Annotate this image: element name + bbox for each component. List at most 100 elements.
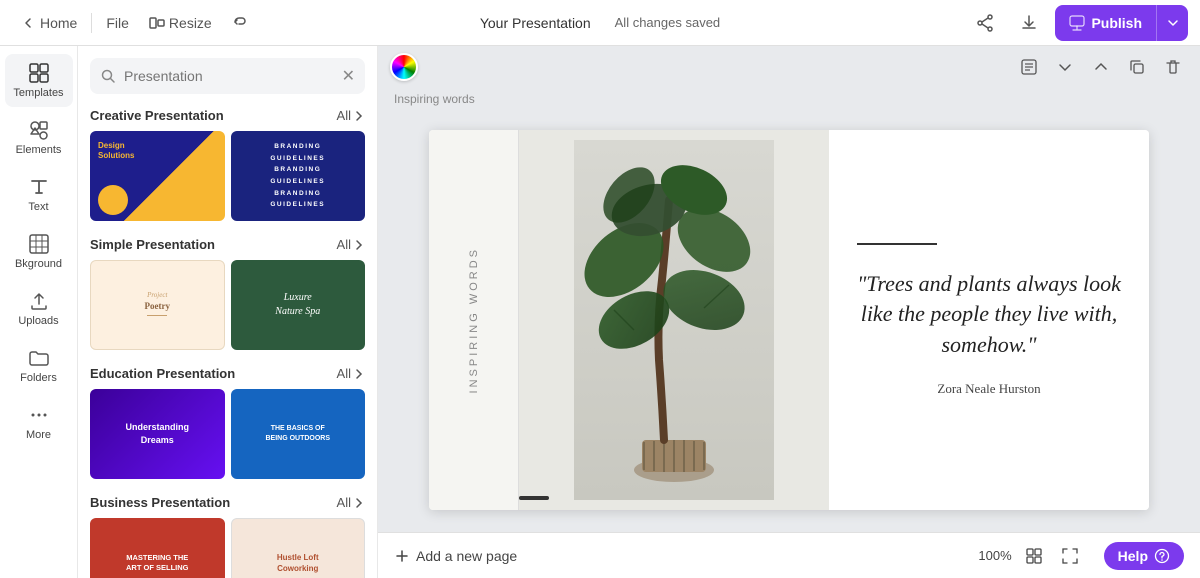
grid-view-button[interactable] <box>1020 542 1048 570</box>
slide-decorative-line <box>857 243 937 245</box>
sidebar-item-elements[interactable]: Elements <box>5 111 73 164</box>
more-icon <box>28 404 50 426</box>
template-card-b1[interactable]: MASTERING THEART OF SELLING <box>90 518 225 578</box>
chevron-right-icon-2 <box>353 239 365 251</box>
help-icon <box>1154 548 1170 564</box>
copy-slide-button[interactable] <box>1122 52 1152 82</box>
canvas-toolbar-right <box>1014 52 1188 82</box>
category-business: Business Presentation All MASTERING THEA… <box>90 495 365 578</box>
presentation-title: Your Presentation <box>480 15 591 31</box>
notes-icon <box>1020 58 1038 76</box>
publish-main[interactable]: Publish <box>1055 7 1156 39</box>
category-title-simple: Simple Presentation <box>90 237 215 252</box>
template-card-s1[interactable]: Project Poetry <box>90 260 225 350</box>
quote-text: "Trees and plants always look like the p… <box>857 269 1121 361</box>
elements-label: Elements <box>16 144 62 156</box>
main-layout: Templates Elements Text <box>0 46 1200 578</box>
folders-icon <box>28 347 50 369</box>
template-grid-creative: DesignSolutions BRANDINGGUIDELINESBRANDI… <box>90 131 365 221</box>
topbar-center: Your Presentation All changes saved <box>480 15 720 31</box>
template-card-c2[interactable]: BRANDINGGUIDELINESBRANDINGGUIDELINESBRAN… <box>231 131 366 221</box>
template-card-e2[interactable]: THE BASICS OFBEING OUTDOORS <box>231 389 366 479</box>
help-label: Help <box>1118 548 1148 564</box>
canvas-scroll[interactable]: Inspiring Words <box>378 114 1200 532</box>
sidebar-item-uploads[interactable]: Uploads <box>5 282 73 335</box>
undo-icon <box>232 15 248 31</box>
folders-label: Folders <box>20 372 57 384</box>
template-grid-education: UnderstandingDreams THE BASICS OFBEING O… <box>90 389 365 479</box>
sidebar-item-folders[interactable]: Folders <box>5 339 73 392</box>
category-title-business: Business Presentation <box>90 495 230 510</box>
chevron-up-canvas-button[interactable] <box>1086 52 1116 82</box>
slide-label-container: Inspiring words <box>378 88 1200 114</box>
slide-vertical-text: Inspiring Words <box>468 247 480 393</box>
icon-sidebar: Templates Elements Text <box>0 46 78 578</box>
slide-quote-area: "Trees and plants always look like the p… <box>829 130 1149 510</box>
chevron-down-icon <box>1167 17 1179 29</box>
text-icon <box>28 176 50 198</box>
template-card-s2[interactable]: LuxureNature Spa <box>231 260 366 350</box>
plant-illustration <box>574 140 774 500</box>
topbar: Home File Resize Your Presentation All c… <box>0 0 1200 46</box>
text-label: Text <box>28 201 48 213</box>
resize-icon <box>149 15 165 31</box>
chevron-right-icon <box>353 110 365 122</box>
delete-slide-button[interactable] <box>1158 52 1188 82</box>
category-all-education[interactable]: All <box>337 366 365 381</box>
publish-button[interactable]: Publish <box>1055 5 1188 41</box>
slide-inner: Inspiring Words <box>429 130 1149 510</box>
download-button[interactable] <box>1011 5 1047 41</box>
template-card-b2[interactable]: Hustle LoftCoworking <box>231 518 366 578</box>
category-all-business[interactable]: All <box>337 495 365 510</box>
quote-author: Zora Neale Hurston <box>857 381 1121 397</box>
sidebar-item-templates[interactable]: Templates <box>5 54 73 107</box>
sidebar-item-text[interactable]: Text <box>5 168 73 221</box>
color-wheel-button[interactable] <box>390 53 418 81</box>
category-title-education: Education Presentation <box>90 366 235 381</box>
topbar-divider <box>91 13 92 33</box>
grid-view-icon <box>1025 547 1043 565</box>
undo-button[interactable] <box>224 11 256 35</box>
category-simple: Simple Presentation All Project Poetry <box>90 237 365 350</box>
chevron-right-icon-3 <box>353 368 365 380</box>
sidebar-item-more[interactable]: More <box>5 396 73 449</box>
category-education: Education Presentation All Understanding… <box>90 366 365 479</box>
background-label: Bkground <box>15 258 62 270</box>
file-button[interactable]: File <box>98 11 137 35</box>
help-button[interactable]: Help <box>1104 542 1184 570</box>
fullscreen-icon <box>1061 547 1079 565</box>
elements-icon <box>28 119 50 141</box>
canvas-toolbar <box>378 46 1200 88</box>
file-label: File <box>106 15 129 31</box>
search-input[interactable] <box>124 68 334 84</box>
template-card-e1[interactable]: UnderstandingDreams <box>90 389 225 479</box>
resize-button[interactable]: Resize <box>141 11 220 35</box>
slide-bottom-indicator <box>519 496 549 500</box>
home-label: Home <box>40 15 77 31</box>
add-page-button[interactable]: Add a new page <box>394 548 517 564</box>
notes-icon-button[interactable] <box>1014 52 1044 82</box>
trash-icon <box>1164 58 1182 76</box>
category-header-simple: Simple Presentation All <box>90 237 365 252</box>
publish-dropdown-button[interactable] <box>1156 5 1188 41</box>
fullscreen-button[interactable] <box>1056 542 1084 570</box>
search-bar[interactable]: ✕ <box>90 58 365 94</box>
zoom-level: 100% <box>978 548 1011 563</box>
home-button[interactable]: Home <box>12 11 85 35</box>
category-header-education: Education Presentation All <box>90 366 365 381</box>
add-page-label: Add a new page <box>416 548 517 564</box>
template-grid-business: MASTERING THEART OF SELLING Hustle LoftC… <box>90 518 365 578</box>
slide-container[interactable]: Inspiring Words <box>429 130 1149 510</box>
category-all-creative[interactable]: All <box>337 108 365 123</box>
chevron-down-canvas-icon <box>1056 58 1074 76</box>
search-clear-button[interactable]: ✕ <box>342 66 355 86</box>
resize-label: Resize <box>169 15 212 31</box>
chevron-down-canvas-button[interactable] <box>1050 52 1080 82</box>
slide-left-panel: Inspiring Words <box>429 130 519 510</box>
category-all-simple[interactable]: All <box>337 237 365 252</box>
sidebar-item-background[interactable]: Bkground <box>5 225 73 278</box>
template-card-c1[interactable]: DesignSolutions <box>90 131 225 221</box>
topbar-right: Publish <box>967 5 1188 41</box>
share-icon-button[interactable] <box>967 5 1003 41</box>
chevron-right-icon-4 <box>353 497 365 509</box>
